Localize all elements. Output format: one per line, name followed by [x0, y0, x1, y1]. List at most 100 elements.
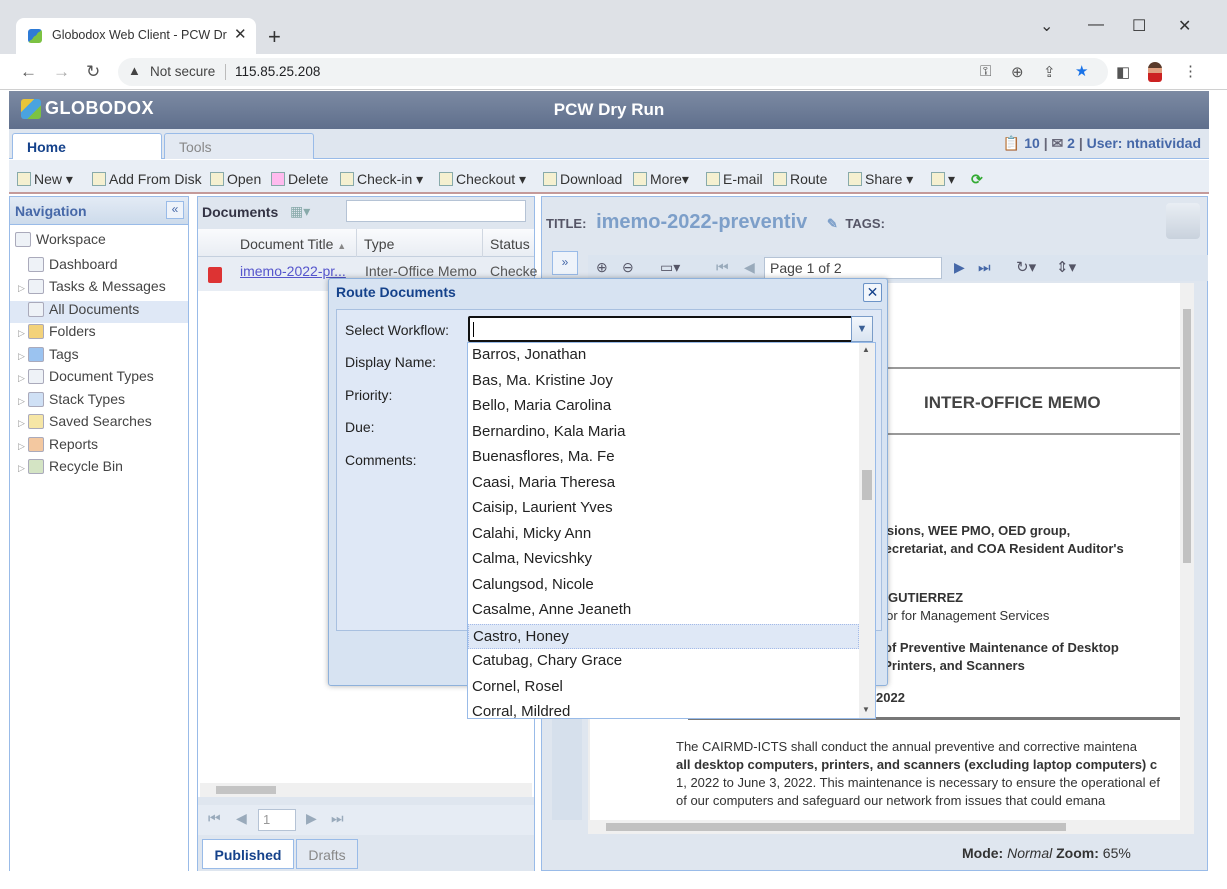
- first-page-icon[interactable]: ⏮: [716, 259, 729, 276]
- tab-drafts[interactable]: Drafts: [296, 839, 358, 869]
- bookmark-star-icon[interactable]: ★: [1075, 62, 1088, 80]
- workflow-option[interactable]: Bello, Maria Carolina: [468, 394, 859, 420]
- horizontal-scrollbar[interactable]: [200, 783, 532, 797]
- minimize-button[interactable]: —: [1088, 16, 1104, 34]
- last-page-icon[interactable]: ⏭: [978, 259, 991, 276]
- more-button[interactable]: More▾: [633, 171, 689, 188]
- share-button[interactable]: Share ▾: [848, 171, 913, 188]
- prev-page-icon[interactable]: ◀: [236, 810, 247, 827]
- scrollbar-thumb[interactable]: [862, 470, 872, 500]
- column-type[interactable]: Type: [364, 236, 394, 252]
- chevron-down-icon[interactable]: ▼: [851, 316, 873, 342]
- workflow-option[interactable]: Bernardino, Kala Maria: [468, 420, 859, 446]
- workflow-option[interactable]: Corral, Mildred: [468, 700, 859, 718]
- tag-icon[interactable]: ✎: [827, 216, 838, 231]
- workflow-option[interactable]: Catubag, Chary Grace: [468, 649, 859, 675]
- dialog-close-button[interactable]: ✕: [863, 283, 882, 302]
- workflow-option[interactable]: Cornel, Rosel: [468, 675, 859, 701]
- next-page-icon[interactable]: ▶: [954, 259, 965, 276]
- omnibox[interactable]: ▲ Not secure 115.85.25.208 ⚿ ⊕ ⇪ ★: [118, 58, 1108, 86]
- nav-item-dashboard[interactable]: Dashboard: [18, 256, 118, 278]
- menu-dots-icon[interactable]: ⋮: [1183, 62, 1198, 80]
- dropdown-scrollbar[interactable]: ▲ ▼: [859, 343, 875, 718]
- scroll-down-icon[interactable]: ▼: [862, 705, 870, 714]
- window-close-button[interactable]: ✕: [1178, 16, 1191, 36]
- share-icon[interactable]: ⇪: [1043, 63, 1056, 81]
- side-panel-icon[interactable]: ◧: [1116, 63, 1130, 81]
- delete-button[interactable]: Delete: [271, 171, 328, 187]
- nav-item-all-documents[interactable]: All Documents: [10, 301, 188, 323]
- open-button[interactable]: Open: [210, 171, 261, 187]
- warning-icon[interactable]: ▲: [128, 63, 141, 78]
- view-grid-icon[interactable]: ▦▾: [290, 203, 310, 220]
- scrollbar-thumb[interactable]: [216, 786, 276, 794]
- checkin-button[interactable]: Check-in ▾: [340, 171, 423, 188]
- nav-item-document-types[interactable]: ▷ Document Types: [18, 368, 154, 390]
- maximize-button[interactable]: ☐: [1132, 16, 1146, 36]
- first-page-icon[interactable]: ⏮: [208, 810, 221, 827]
- workflow-option[interactable]: Bas, Ma. Kristine Joy: [468, 369, 859, 395]
- tab-tools[interactable]: Tools: [164, 133, 314, 159]
- tab-home[interactable]: Home: [12, 133, 162, 159]
- scrollbar-thumb[interactable]: [1183, 309, 1191, 563]
- nav-item-tags[interactable]: ▷ Tags: [18, 346, 79, 368]
- fit-page-icon[interactable]: ▭▾: [660, 259, 680, 276]
- document-title-link[interactable]: imemo-2022-pr...: [240, 263, 346, 279]
- chevron-down-icon[interactable]: ⌄: [1040, 16, 1053, 36]
- page-number-input[interactable]: 1: [258, 809, 296, 831]
- documents-search-input[interactable]: [346, 200, 526, 222]
- vertical-scrollbar[interactable]: [1180, 283, 1194, 820]
- email-button[interactable]: E-mail: [706, 171, 763, 187]
- key-icon[interactable]: ⚿: [980, 63, 991, 80]
- add-from-disk-button[interactable]: Add From Disk: [92, 171, 202, 187]
- nav-item-folders[interactable]: ▷ Folders: [18, 323, 96, 345]
- select-workflow-input[interactable]: [468, 316, 854, 342]
- scrollbar-thumb[interactable]: [606, 823, 1066, 831]
- workflow-option[interactable]: Caasi, Maria Theresa: [468, 471, 859, 497]
- workflow-option[interactable]: Buenasflores, Ma. Fe: [468, 445, 859, 471]
- prev-page-icon[interactable]: ◀: [744, 259, 755, 276]
- download-button[interactable]: Download: [543, 171, 622, 187]
- tasks-count[interactable]: 10: [1024, 135, 1040, 151]
- next-page-icon[interactable]: ▶: [306, 810, 317, 827]
- nav-item-workspace[interactable]: Workspace: [15, 231, 106, 253]
- route-button[interactable]: Route: [773, 171, 827, 187]
- zoom-icon[interactable]: ⊕: [1011, 63, 1024, 81]
- last-page-icon[interactable]: ⏭: [331, 810, 344, 827]
- tab-published[interactable]: Published: [202, 839, 294, 869]
- nav-item-reports[interactable]: ▷ Reports: [18, 436, 98, 458]
- refresh-icon[interactable]: ⟳: [971, 171, 983, 188]
- workflow-option[interactable]: Castro, Honey: [468, 623, 859, 649]
- nav-item-stack-types[interactable]: ▷ Stack Types: [18, 391, 125, 413]
- workflow-option[interactable]: Barros, Jonathan: [468, 343, 859, 369]
- workflow-option[interactable]: Caisip, Laurient Yves: [468, 496, 859, 522]
- page-indicator-input[interactable]: Page 1 of 2: [764, 257, 942, 279]
- reload-icon[interactable]: ↻: [86, 62, 100, 82]
- column-document-title[interactable]: Document Title ▲: [240, 236, 346, 252]
- forward-icon[interactable]: →: [53, 62, 70, 82]
- flip-icon[interactable]: ⇕▾: [1056, 258, 1076, 276]
- tasks-icon[interactable]: 📋: [1003, 135, 1020, 151]
- checkout-button[interactable]: Checkout ▾: [439, 171, 526, 188]
- new-button[interactable]: New ▾: [17, 171, 73, 188]
- nav-item-saved-searches[interactable]: ▷ Saved Searches: [18, 413, 152, 435]
- scroll-up-icon[interactable]: ▲: [862, 345, 870, 354]
- zoom-out-icon[interactable]: ⊖: [622, 259, 634, 276]
- workflow-option[interactable]: Calungsod, Nicole: [468, 573, 859, 599]
- not-secure-label[interactable]: Not secure: [150, 64, 215, 79]
- layout-button[interactable]: ▾: [931, 171, 955, 188]
- horizontal-scrollbar[interactable]: [588, 820, 1194, 834]
- rotate-icon[interactable]: ↻▾: [1016, 258, 1036, 276]
- profile-avatar[interactable]: [1148, 62, 1162, 82]
- column-status[interactable]: Status: [490, 236, 530, 252]
- nav-item-tasks[interactable]: ▷ Tasks & Messages: [18, 278, 166, 300]
- workflow-option[interactable]: Casalme, Anne Jeaneth: [468, 598, 859, 624]
- tab-close-icon[interactable]: ✕: [234, 25, 247, 43]
- expand-panel-button[interactable]: »: [552, 251, 578, 275]
- download-tray-icon[interactable]: [1166, 203, 1200, 239]
- collapse-button[interactable]: «: [166, 201, 184, 219]
- new-tab-button[interactable]: +: [268, 24, 281, 50]
- messages-count[interactable]: 2: [1067, 135, 1075, 151]
- mail-icon[interactable]: ✉: [1052, 135, 1064, 151]
- back-icon[interactable]: ←: [20, 62, 37, 82]
